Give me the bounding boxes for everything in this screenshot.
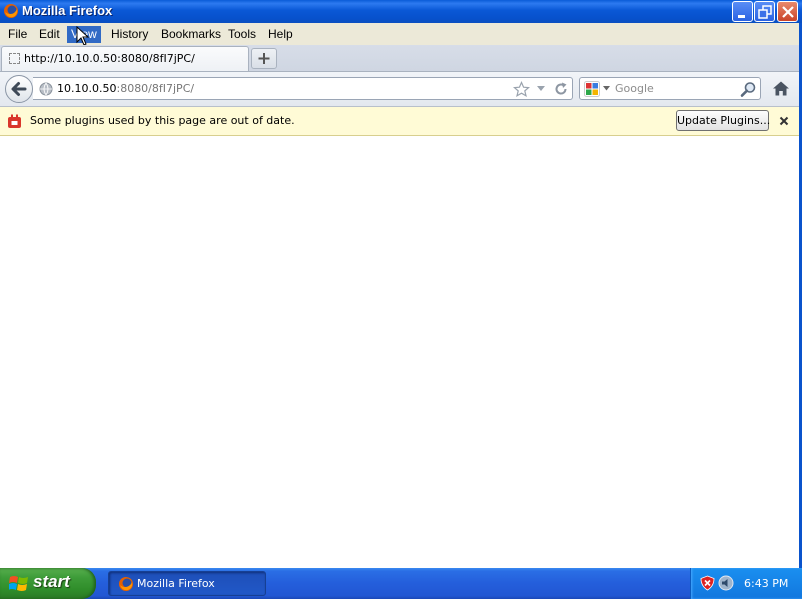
search-placeholder: Google [615, 82, 654, 95]
menu-tools[interactable]: Tools [224, 26, 260, 43]
taskbar: start Mozilla Firefox 6:43 PM [0, 568, 802, 599]
security-shield-icon[interactable] [700, 575, 715, 591]
taskbar-item-firefox[interactable]: Mozilla Firefox [108, 571, 266, 596]
plus-icon [258, 53, 270, 64]
plugin-notification-bar: Some plugins used by this page are out o… [0, 107, 802, 136]
home-icon[interactable] [772, 80, 790, 97]
search-engine-dropdown-icon[interactable] [603, 86, 610, 91]
bookmark-star-icon[interactable] [513, 81, 530, 98]
menu-help[interactable]: Help [264, 26, 297, 43]
url-path: :8080/8fI7jPC/ [116, 82, 195, 95]
notification-message: Some plugins used by this page are out o… [30, 114, 295, 127]
url-bar[interactable]: 10.10.0.50:8080/8fI7jPC/ [33, 77, 573, 100]
tab-current[interactable]: http://10.10.0.50:8080/8fI7jPC/ [1, 46, 249, 71]
start-button[interactable]: start [0, 568, 96, 599]
outdated-plugin-icon [8, 114, 21, 128]
close-button[interactable] [777, 1, 798, 22]
url-host: 10.10.0.50 [57, 82, 117, 95]
tab-strip: http://10.10.0.50:8080/8fI7jPC/ [0, 45, 802, 72]
menu-file[interactable]: File [4, 26, 31, 43]
tab-label: http://10.10.0.50:8080/8fI7jPC/ [24, 52, 195, 65]
restore-icon [758, 5, 772, 19]
magnifier-icon[interactable] [740, 81, 757, 98]
url-text: 10.10.0.50:8080/8fI7jPC/ [57, 82, 194, 95]
menu-bookmarks[interactable]: Bookmarks [157, 26, 225, 43]
clock: 6:43 PM [744, 577, 789, 590]
back-arrow-icon [11, 82, 27, 96]
taskbar-item-label: Mozilla Firefox [137, 577, 215, 590]
title-bar[interactable]: Mozilla Firefox [0, 0, 802, 23]
firefox-icon [119, 577, 133, 591]
new-tab-button[interactable] [251, 48, 277, 69]
menu-history[interactable]: History [107, 26, 152, 43]
windows-logo-icon [9, 576, 28, 591]
firefox-icon [4, 4, 18, 18]
page-content [0, 136, 799, 568]
mouse-cursor-icon [76, 26, 90, 46]
volume-icon[interactable] [718, 575, 734, 591]
update-plugins-button[interactable]: Update Plugins... [676, 110, 770, 131]
restore-button[interactable] [754, 1, 775, 22]
minimize-button[interactable] [732, 1, 753, 22]
system-tray: 6:43 PM [690, 568, 802, 599]
minimize-icon [738, 15, 745, 18]
menu-bar: File Edit View History Bookmarks Tools H… [0, 23, 802, 45]
window-title: Mozilla Firefox [22, 3, 113, 18]
google-search-engine-icon[interactable] [584, 81, 600, 97]
globe-icon [39, 82, 53, 96]
search-bar[interactable]: Google [579, 77, 761, 100]
url-history-dropdown-icon[interactable] [536, 85, 546, 92]
close-notification-icon[interactable] [779, 116, 789, 126]
navigation-toolbar: 10.10.0.50:8080/8fI7jPC/ Google [0, 72, 802, 107]
reload-icon[interactable] [553, 81, 569, 97]
page-favicon-icon [9, 53, 20, 64]
close-icon [782, 6, 794, 18]
start-label: start [33, 572, 70, 591]
menu-edit[interactable]: Edit [35, 26, 64, 43]
back-button[interactable] [5, 75, 33, 103]
